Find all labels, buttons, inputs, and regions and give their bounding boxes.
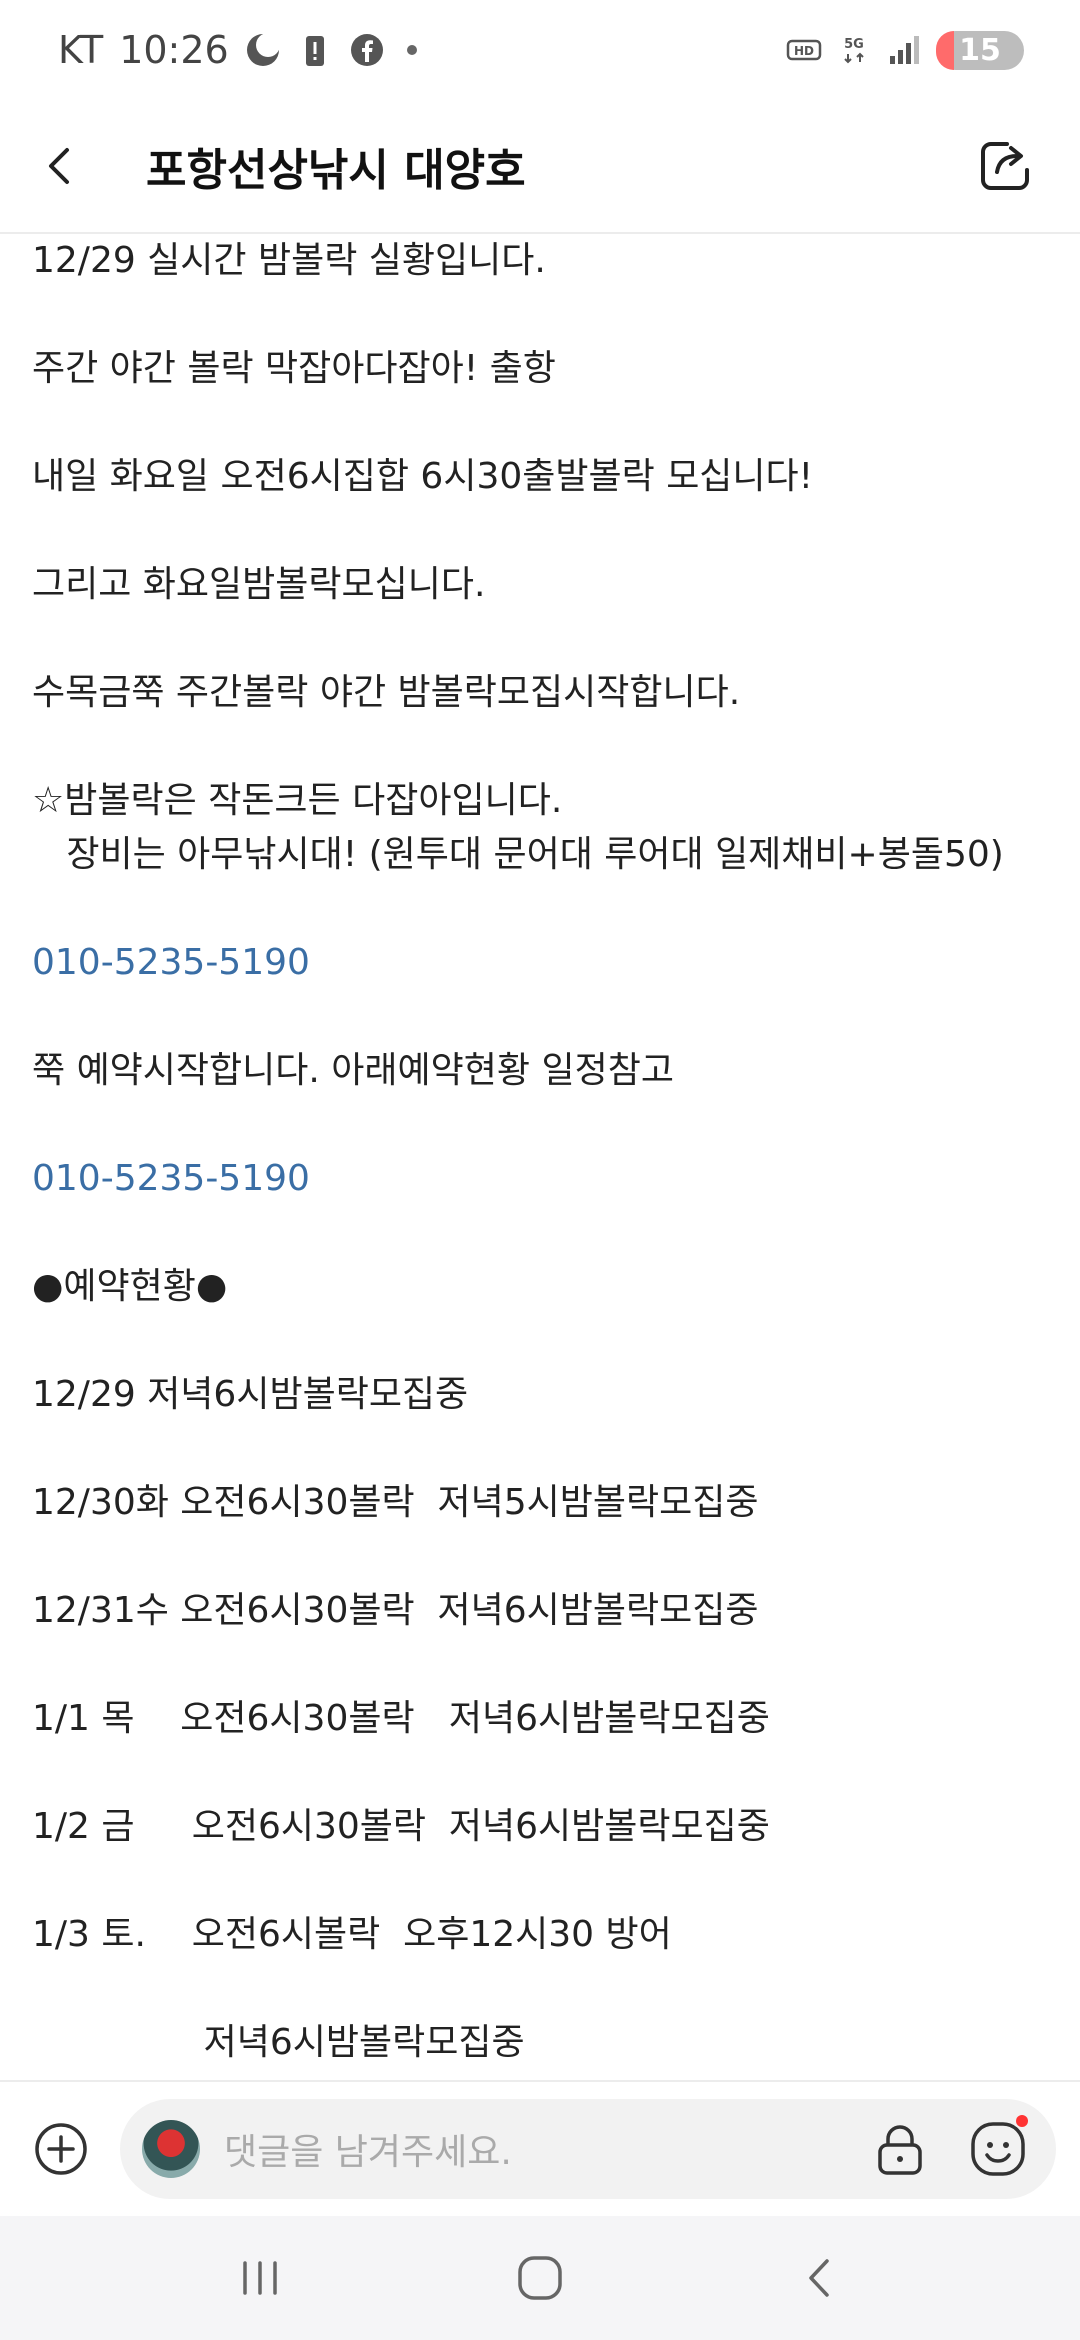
carrier-label: KT bbox=[58, 28, 104, 72]
battery-indicator: 15 bbox=[936, 30, 1024, 70]
clock: 10:26 bbox=[119, 28, 229, 72]
post-line: 12/30화 오전6시30볼락 저녁5시밤볼락모집중 bbox=[32, 1482, 759, 1523]
status-bar: KT 10:26 HD 5G 15 bbox=[0, 0, 1080, 100]
avatar bbox=[142, 2120, 200, 2178]
emoji-icon bbox=[971, 2122, 1025, 2176]
post-line: 12/31수 오전6시30볼락 저녁6시밤볼락모집중 bbox=[32, 1590, 759, 1631]
post-line: 1/3 토. 오전6시볼락 오후12시30 방어 bbox=[32, 1914, 672, 1955]
post-line: 내일 화요일 오전6시집합 6시30출발볼락 모십니다! bbox=[32, 456, 814, 497]
system-nav-bar bbox=[0, 2216, 1080, 2340]
share-icon bbox=[981, 142, 1029, 190]
back-arrow-icon bbox=[49, 148, 69, 184]
home-button[interactable] bbox=[490, 2228, 590, 2328]
comment-input[interactable]: 댓글을 남겨주세요. bbox=[120, 2099, 1056, 2199]
post-line: 장비는 아무낚시대! (원투대 문어대 루어대 일제채비+봉돌50) bbox=[32, 834, 1004, 875]
svg-text:HD: HD bbox=[794, 44, 814, 58]
comment-bar: 댓글을 남겨주세요. bbox=[0, 2080, 1080, 2216]
recent-apps-icon bbox=[243, 2261, 277, 2295]
moon-icon bbox=[246, 33, 280, 66]
share-button[interactable] bbox=[960, 121, 1050, 211]
post-line: ●예약현황● bbox=[32, 1266, 228, 1307]
facebook-icon bbox=[350, 34, 383, 66]
nav-back-icon bbox=[809, 2259, 829, 2297]
post-line: ☆밤볼락은 작돈크든 다잡아입니다. bbox=[32, 780, 563, 821]
network-5g-icon: 5G bbox=[844, 37, 864, 64]
post-line: 12/29 저녁6시밤볼락모집중 bbox=[32, 1374, 469, 1415]
hd-icon: HD bbox=[786, 39, 822, 61]
sticker-button[interactable] bbox=[958, 2109, 1038, 2189]
post-line: 그리고 화요일밤볼락모십니다. bbox=[32, 564, 486, 605]
comment-placeholder: 댓글을 남겨주세요. bbox=[224, 2132, 512, 2173]
status-left: KT 10:26 bbox=[58, 28, 417, 72]
plus-circle-icon bbox=[35, 2123, 87, 2175]
page-title: 포항선상낚시 대양호 bbox=[146, 145, 526, 196]
notification-dot-icon bbox=[406, 45, 417, 55]
recent-apps-button[interactable] bbox=[210, 2228, 310, 2328]
phone-link[interactable]: 010-5235-5190 bbox=[32, 1152, 1048, 1206]
post-line: 주간 야간 볼락 막잡아다잡아! 출항 bbox=[32, 348, 556, 389]
app-header: 포항선상낚시 대양호 bbox=[0, 100, 1080, 234]
post-line: 1/1 목 오전6시30볼락 저녁6시밤볼락모집중 bbox=[32, 1698, 770, 1739]
svg-text:5G: 5G bbox=[844, 37, 864, 52]
signal-icon bbox=[890, 36, 919, 64]
nav-back-button[interactable] bbox=[770, 2228, 870, 2328]
post-line: 수목금쭉 주간볼락 야간 밤볼락모집시작합니다. bbox=[32, 672, 741, 713]
post-line: 쭉 예약시작합니다. 아래예약현황 일정참고 bbox=[32, 1050, 674, 1091]
post-line: 1/2 금 오전6시30볼락 저녁6시밤볼락모집중 bbox=[32, 1806, 770, 1847]
back-button[interactable] bbox=[16, 121, 106, 211]
battery-alert-icon bbox=[305, 36, 324, 66]
post-line: 저녁6시밤볼락모집중 bbox=[32, 2022, 525, 2063]
phone-link[interactable]: 010-5235-5190 bbox=[32, 936, 1048, 990]
status-right: HD 5G 15 bbox=[786, 30, 1024, 70]
attach-button[interactable] bbox=[24, 2112, 98, 2186]
post-content: 12/29 실시간 밤볼락 실황입니다. 주간 야간 볼락 막잡아다잡아! 출항… bbox=[0, 234, 1080, 2080]
secret-comment-button[interactable] bbox=[860, 2109, 940, 2189]
new-badge-dot bbox=[1016, 2115, 1028, 2127]
lock-icon bbox=[878, 2125, 922, 2175]
post-line: 12/29 실시간 밤볼락 실황입니다. bbox=[32, 240, 546, 281]
home-icon bbox=[518, 2256, 562, 2300]
